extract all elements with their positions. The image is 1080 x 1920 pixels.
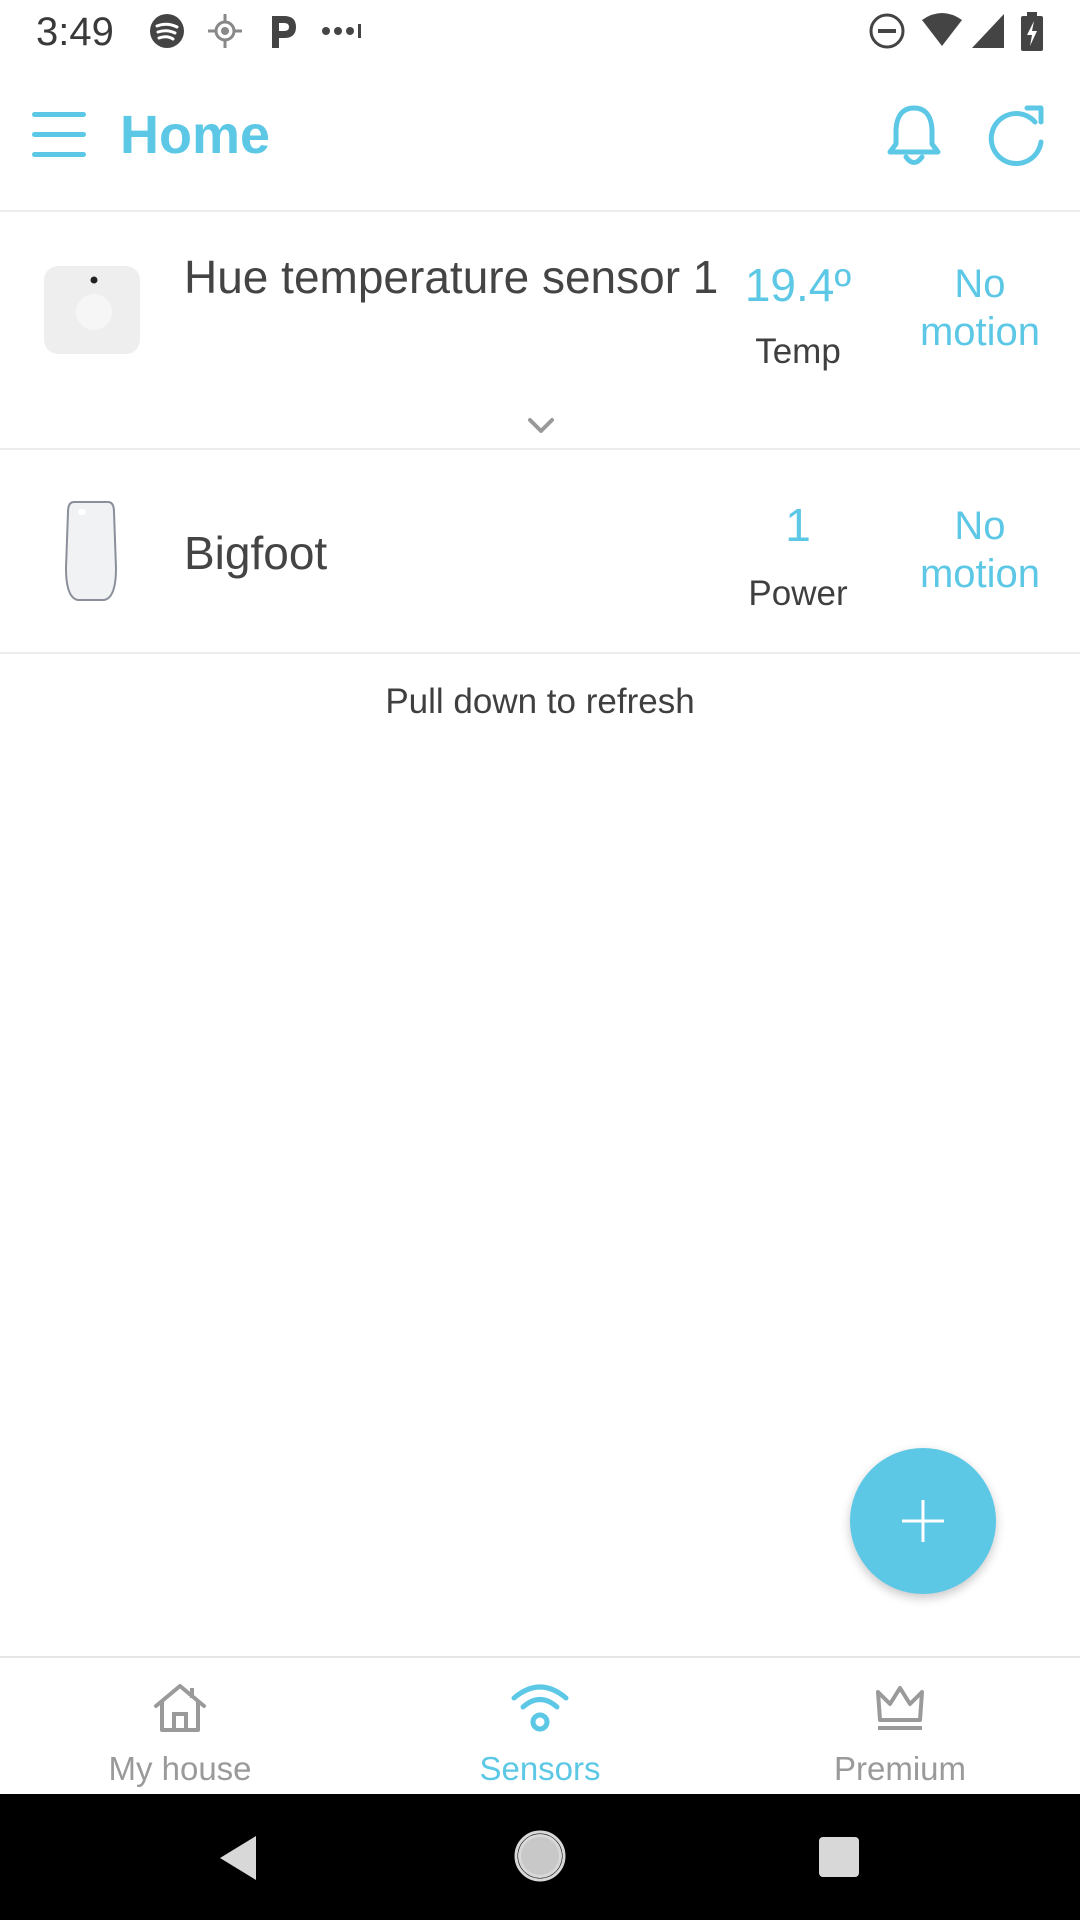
sensor-metric-label: Temp (755, 332, 841, 371)
nav-label: My house (108, 1750, 252, 1787)
nav-label: Sensors (479, 1750, 601, 1787)
status-bar: 3:49 (0, 0, 1080, 64)
spotify-icon (150, 14, 184, 48)
pull-to-refresh-hint: Pull down to refresh (385, 682, 695, 721)
bell-icon[interactable] (882, 102, 946, 172)
app-bar: Home (0, 64, 1080, 212)
page-title: Home (120, 105, 271, 165)
sensor-metric-value: 1 (785, 499, 811, 551)
sensor-metric-value: 19.4º (744, 259, 852, 311)
nav-item-sensors[interactable]: Sensors (360, 1658, 720, 1796)
refresh-icon[interactable] (983, 102, 1049, 172)
more-notifications-icon (322, 24, 361, 38)
motion-status: No motion (919, 504, 1041, 596)
p-app-icon (272, 16, 296, 48)
nav-label: Premium (833, 1750, 967, 1787)
status-time: 3:49 (36, 10, 114, 54)
plus-icon (902, 1500, 944, 1542)
back-icon[interactable] (216, 1834, 260, 1882)
cell-signal-icon (972, 14, 1004, 48)
sensor-row-bigfoot[interactable]: Bigfoot 1 Power No motion (0, 450, 1080, 654)
system-navigation-bar (0, 1794, 1080, 1920)
nav-item-my-house[interactable]: My house (0, 1658, 360, 1796)
crown-icon (876, 1686, 924, 1730)
hue-sensor-thumbnail (44, 266, 140, 354)
battery-charging-icon (1021, 12, 1043, 51)
hamburger-menu-icon[interactable] (28, 108, 92, 164)
add-sensor-button[interactable] (850, 1448, 996, 1594)
home-circle-icon[interactable] (514, 1830, 566, 1882)
sensor-metric-label: Power (748, 574, 848, 613)
bigfoot-sensor-thumbnail (64, 501, 118, 601)
bottom-navigation: My house Sensors Premium (0, 1656, 1080, 1796)
nav-item-premium[interactable]: Premium (720, 1658, 1080, 1796)
location-icon (208, 14, 242, 48)
motion-status: No motion (919, 262, 1041, 354)
sensor-row-hue-temperature[interactable]: Hue temperature sensor 1 19.4º Temp No m… (0, 212, 1080, 450)
wifi-sensor-icon (511, 1684, 569, 1732)
house-icon (154, 1684, 206, 1732)
sensor-name: Hue temperature sensor 1 (184, 251, 719, 303)
wifi-icon (922, 13, 962, 46)
sensor-name: Bigfoot (184, 527, 328, 579)
chevron-down-icon[interactable] (524, 414, 558, 438)
recents-square-icon[interactable] (818, 1836, 860, 1878)
do-not-disturb-icon (869, 13, 905, 49)
